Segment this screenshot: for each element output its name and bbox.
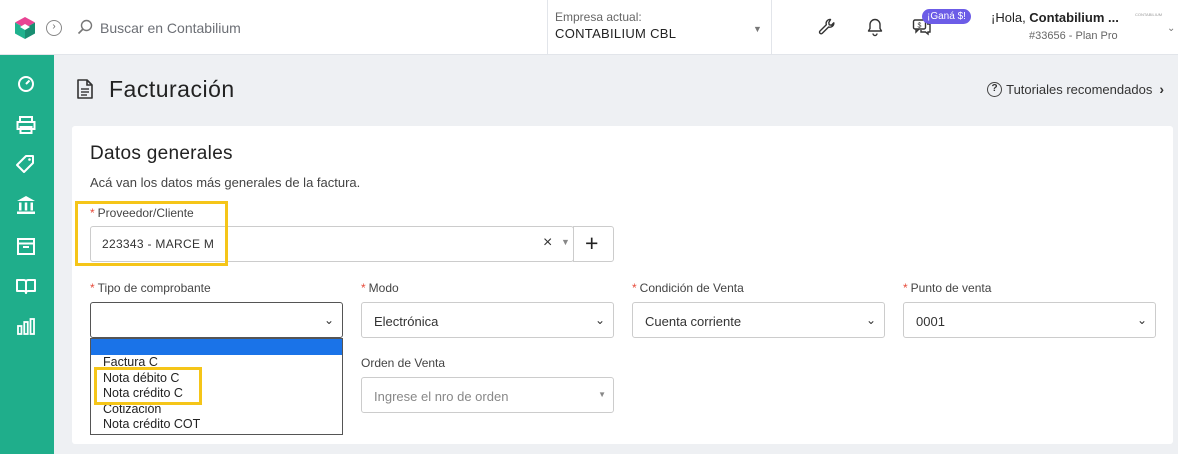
orden-label: Orden de Venta <box>361 356 446 370</box>
required-asterisk: * <box>361 281 366 295</box>
clear-icon[interactable]: × <box>543 234 552 252</box>
bar-chart-icon[interactable] <box>15 316 37 338</box>
help-icon: ? <box>987 81 1003 97</box>
greeting-prefix: ¡Hola, <box>991 10 1030 25</box>
tipo-label: * Tipo de comprobante <box>90 281 211 295</box>
printer-icon[interactable] <box>15 114 37 136</box>
company-name: CONTABILIUM CBL <box>555 26 677 41</box>
user-greeting[interactable]: ¡Hola, Contabilium ... <box>991 10 1119 25</box>
expand-sidebar-icon[interactable]: › <box>46 20 62 36</box>
plan-info: #33656 - Plan Pro <box>1029 30 1118 42</box>
bank-icon[interactable] <box>15 194 37 216</box>
chevron-down-icon: ⌄ <box>865 313 876 327</box>
page-header: Facturación ? Tutoriales recomendados › <box>54 55 1178 125</box>
chevron-down-icon[interactable]: ▼ <box>561 237 570 247</box>
bell-icon[interactable] <box>865 17 885 37</box>
modo-label-text: Modo <box>368 281 399 295</box>
punto-label-text: Punto de venta <box>910 281 992 295</box>
box-icon[interactable] <box>15 235 37 257</box>
greeting-name: Contabilium ... <box>1029 10 1119 25</box>
condicion-label: * Condición de Venta <box>632 281 744 295</box>
chevron-down-icon: ▼ <box>753 24 762 34</box>
promo-badge[interactable]: ¡Ganá $! <box>922 9 971 24</box>
punto-label: * Punto de venta <box>903 281 991 295</box>
condicion-value: Cuenta corriente <box>645 314 742 329</box>
divider <box>771 0 772 54</box>
tutorials-label: Tutoriales recomendados <box>1006 81 1153 97</box>
top-bar: › Empresa actual: CONTABILIUM CBL ▼ $ ¡G… <box>0 0 1178 55</box>
orden-placeholder: Ingrese el nro de orden <box>374 389 509 404</box>
book-icon[interactable] <box>15 275 37 297</box>
company-selector[interactable]: Empresa actual: CONTABILIUM CBL ▼ <box>547 0 771 54</box>
contabilium-logo-icon[interactable] <box>13 16 37 40</box>
highlight-box <box>94 367 202 405</box>
wrench-icon[interactable] <box>817 17 837 37</box>
card-subtitle: Acá van los datos más generales de la fa… <box>90 175 361 190</box>
punto-value: 0001 <box>916 314 945 329</box>
tipo-comprobante-select[interactable]: ⌄ <box>90 302 343 338</box>
modo-value: Electrónica <box>374 314 439 329</box>
plus-icon: + <box>585 230 599 256</box>
chevron-down-icon: ⌄ <box>1136 313 1147 327</box>
orden-venta-select[interactable]: Ingrese el nro de orden ▼ <box>361 377 614 413</box>
required-asterisk: * <box>90 281 95 295</box>
tutorials-link[interactable]: ? Tutoriales recomendados › <box>987 81 1164 97</box>
modo-select[interactable]: Electrónica ⌄ <box>361 302 614 338</box>
required-asterisk: * <box>903 281 908 295</box>
search-bar[interactable] <box>77 17 547 39</box>
condicion-venta-select[interactable]: Cuenta corriente ⌄ <box>632 302 885 338</box>
add-proveedor-button[interactable]: + <box>573 226 614 262</box>
tipo-label-text: Tipo de comprobante <box>97 281 211 295</box>
chevron-down-icon: ⌄ <box>594 313 605 327</box>
company-label: Empresa actual: <box>555 10 642 24</box>
search-input[interactable] <box>100 17 520 39</box>
document-icon <box>77 79 93 99</box>
tag-icon[interactable] <box>15 153 37 175</box>
dropdown-option-nota-credito-cot[interactable]: Nota crédito COT <box>91 417 342 433</box>
dropdown-option-blank[interactable] <box>91 339 342 355</box>
condicion-label-text: Condición de Venta <box>639 281 744 295</box>
svg-text:$: $ <box>918 23 922 30</box>
chevron-down-icon[interactable]: ⌄ <box>1167 23 1175 34</box>
sidebar <box>0 55 54 454</box>
modo-label: * Modo <box>361 281 399 295</box>
avatar-text: CONTABILIUM <box>1135 12 1163 17</box>
chevron-right-icon: › <box>1159 81 1164 97</box>
punto-venta-select[interactable]: 0001 ⌄ <box>903 302 1156 338</box>
highlight-box <box>75 201 228 266</box>
page-title: Facturación <box>109 76 235 102</box>
dashboard-gauge-icon[interactable] <box>15 72 37 94</box>
company-avatar: CONTABILIUM <box>1135 12 1169 20</box>
card-title: Datos generales <box>90 143 233 164</box>
chevron-down-icon: ▼ <box>598 390 606 399</box>
required-asterisk: * <box>632 281 637 295</box>
search-icon <box>77 19 93 35</box>
chevron-down-icon: ⌄ <box>323 313 334 327</box>
